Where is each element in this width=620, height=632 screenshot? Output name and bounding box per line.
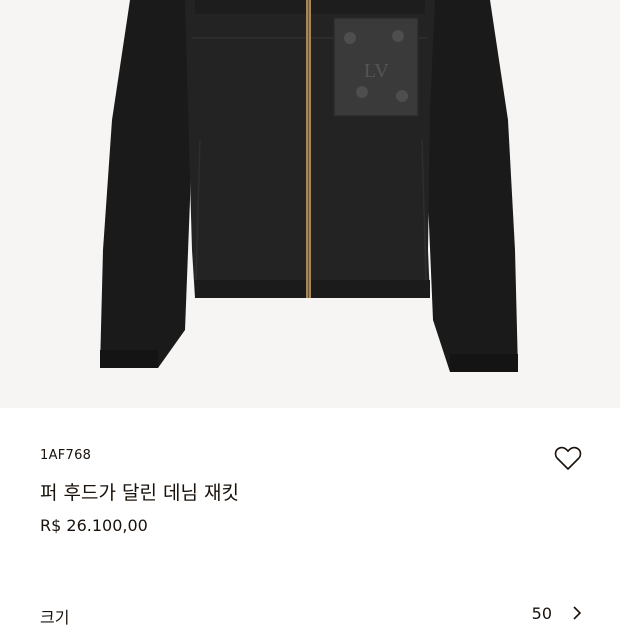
black-denim-jacket-image: LV (100, 0, 518, 372)
wishlist-button[interactable] (552, 442, 584, 474)
size-label: 크기 (40, 608, 70, 627)
product-title: 퍼 후드가 달린 데님 재킷 (40, 482, 239, 504)
product-sku: 1AF768 (40, 448, 92, 463)
product-image[interactable]: LV (0, 0, 620, 408)
svg-text:LV: LV (364, 60, 389, 82)
product-price: R$ 26.100,00 (40, 516, 148, 535)
heart-outline-icon (554, 446, 582, 470)
size-value: 50 (531, 604, 552, 623)
size-selector[interactable]: 크기 50 (40, 604, 588, 632)
chevron-right-icon (573, 606, 582, 620)
product-info: 1AF768 퍼 후드가 달린 데님 재킷 R$ 26.100,00 크기 50 (0, 408, 620, 627)
